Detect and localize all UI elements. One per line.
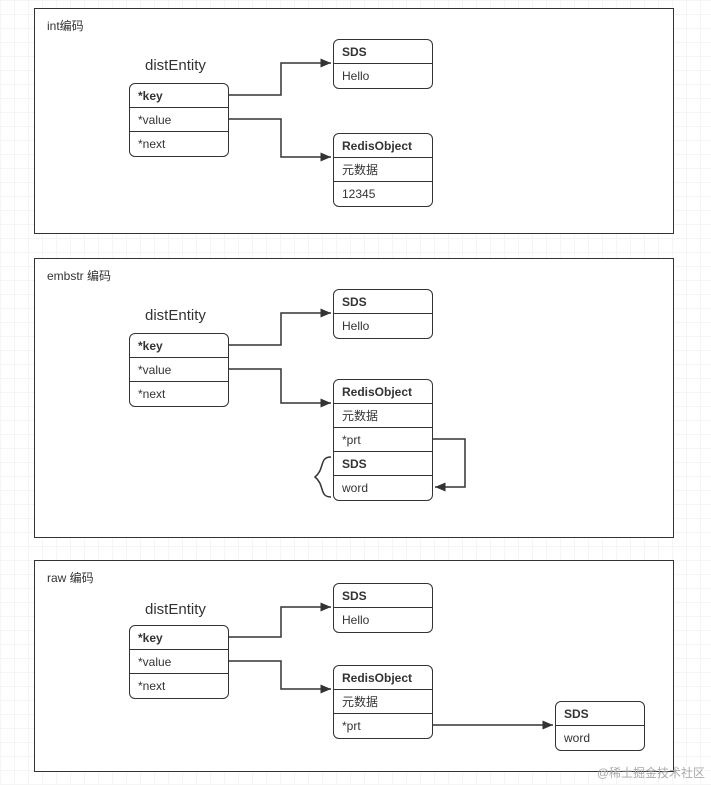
entity-box-int: *key *value *next bbox=[129, 83, 229, 157]
entity-value: *value bbox=[130, 650, 228, 674]
entity-title-raw: distEntity bbox=[145, 601, 206, 618]
sds2-box-raw: SDS word bbox=[555, 701, 645, 751]
obj-sds-header: SDS bbox=[334, 452, 432, 476]
entity-value: *value bbox=[130, 108, 228, 132]
obj-meta: 元数据 bbox=[334, 404, 432, 428]
entity-key: *key bbox=[130, 334, 228, 358]
obj-val: 12345 bbox=[334, 182, 432, 206]
redisobject-box-int: RedisObject 元数据 12345 bbox=[333, 133, 433, 207]
sds-value: Hello bbox=[334, 608, 432, 632]
obj-meta: 元数据 bbox=[334, 158, 432, 182]
sds-box-int: SDS Hello bbox=[333, 39, 433, 89]
panel-embstr: embstr 编码 distEntity *key *value *next S… bbox=[34, 258, 674, 538]
obj-sds-val: word bbox=[334, 476, 432, 500]
sds2-value: word bbox=[556, 726, 644, 750]
obj-prt: *prt bbox=[334, 428, 432, 452]
sds-header: SDS bbox=[334, 290, 432, 314]
sds-value: Hello bbox=[334, 314, 432, 338]
entity-box-embstr: *key *value *next bbox=[129, 333, 229, 407]
entity-title-embstr: distEntity bbox=[145, 307, 206, 324]
entity-key: *key bbox=[130, 84, 228, 108]
entity-next: *next bbox=[130, 132, 228, 156]
sds-header: SDS bbox=[334, 40, 432, 64]
redisobject-box-embstr: RedisObject 元数据 *prt SDS word bbox=[333, 379, 433, 501]
sds-header: SDS bbox=[334, 584, 432, 608]
sds2-header: SDS bbox=[556, 702, 644, 726]
entity-key: *key bbox=[130, 626, 228, 650]
sds-box-embstr: SDS Hello bbox=[333, 289, 433, 339]
watermark: @稀土掘金技术社区 bbox=[597, 764, 705, 781]
sds-box-raw: SDS Hello bbox=[333, 583, 433, 633]
panel-raw: raw 编码 distEntity *key *value *next SDS … bbox=[34, 560, 674, 772]
panel-int: int编码 distEntity *key *value *next SDS H… bbox=[34, 8, 674, 234]
obj-prt: *prt bbox=[334, 714, 432, 738]
panel-int-label: int编码 bbox=[47, 17, 84, 34]
obj-header: RedisObject bbox=[334, 134, 432, 158]
entity-next: *next bbox=[130, 382, 228, 406]
entity-next: *next bbox=[130, 674, 228, 698]
panel-embstr-label: embstr 编码 bbox=[47, 267, 111, 284]
panel-raw-label: raw 编码 bbox=[47, 569, 94, 586]
obj-header: RedisObject bbox=[334, 380, 432, 404]
entity-title-int: distEntity bbox=[145, 57, 206, 74]
sds-value: Hello bbox=[334, 64, 432, 88]
obj-header: RedisObject bbox=[334, 666, 432, 690]
obj-meta: 元数据 bbox=[334, 690, 432, 714]
entity-value: *value bbox=[130, 358, 228, 382]
redisobject-box-raw: RedisObject 元数据 *prt bbox=[333, 665, 433, 739]
entity-box-raw: *key *value *next bbox=[129, 625, 229, 699]
